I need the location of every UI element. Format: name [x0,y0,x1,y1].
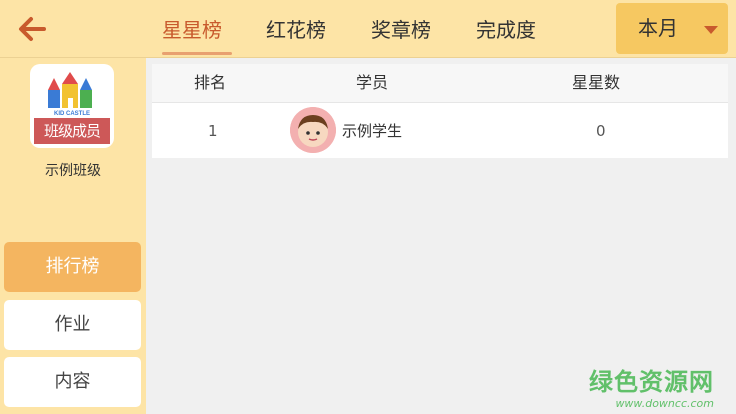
sidebar: KID CASTLE 班级成员 示例班级 排行榜 作业 内容 [0,0,146,414]
logo-badge: 班级成员 [34,118,110,144]
row-rank: 1 [208,122,218,140]
avatar-icon [290,107,336,153]
header-student: 学员 [356,73,389,92]
student-avatar [290,107,336,153]
class-logo[interactable]: KID CASTLE 班级成员 [30,64,114,148]
watermark-title: 绿色资源网 [589,368,714,396]
row-stars: 0 [596,122,606,140]
watermark-url: www.downcc.com [615,397,714,410]
arrow-left-icon [19,17,46,41]
nav-ranking[interactable]: 排行榜 [4,242,141,292]
active-tab-indicator [162,52,232,55]
nav-homework[interactable]: 作业 [4,300,141,350]
tab-medal-ranking[interactable]: 奖章榜 [371,0,431,58]
row-student-name: 示例学生 [342,122,403,140]
tab-flower-ranking[interactable]: 红花榜 [266,0,326,58]
class-name: 示例班级 [45,163,101,179]
tab-completion[interactable]: 完成度 [476,0,536,58]
month-select[interactable]: 本月 [616,3,728,54]
tab-star-ranking[interactable]: 星星榜 [162,0,222,58]
logo-small-text: KID CASTLE [54,111,90,117]
table-header: 排名 学员 星星数 [152,64,728,102]
back-button[interactable] [0,0,146,58]
nav-content[interactable]: 内容 [4,357,141,407]
watermark: 绿色资源网 www.downcc.com [589,362,714,410]
ranking-table: 排名 学员 星星数 1 示例学生 0 [152,64,728,158]
table-row[interactable]: 1 示例学生 0 [152,102,728,158]
header-stars: 星星数 [572,73,621,92]
caret-down-icon [704,26,718,34]
header-rank: 排名 [194,73,227,92]
month-select-value: 本月 [638,16,678,40]
